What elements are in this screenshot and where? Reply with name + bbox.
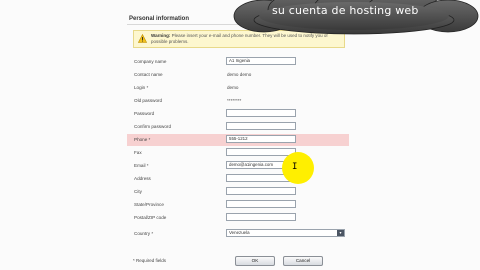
field-label: Login * bbox=[134, 85, 149, 90]
login-value: demo bbox=[227, 85, 239, 90]
state-input[interactable] bbox=[226, 200, 296, 208]
form-row-email: Email * demo@a1ingenia.com bbox=[127, 160, 349, 172]
cancel-button[interactable]: Cancel bbox=[283, 256, 323, 266]
field-label: City bbox=[134, 189, 142, 194]
field-label: Country * bbox=[134, 231, 154, 236]
field-label: Confirm password bbox=[134, 124, 172, 129]
form-row-confirm-password: Confirm password bbox=[127, 121, 349, 133]
postal-code-input[interactable] bbox=[226, 213, 296, 221]
field-label: Address bbox=[134, 176, 151, 181]
cursor-highlight bbox=[282, 152, 314, 184]
password-input[interactable] bbox=[226, 109, 296, 117]
form-row-fax: Fax bbox=[127, 147, 349, 159]
section-title: Personal information bbox=[129, 16, 190, 22]
country-select[interactable]: Venezuela ▾ bbox=[226, 229, 345, 237]
form-row-company: Company name A1 Ingenia bbox=[127, 56, 349, 68]
country-selected-value: Venezuela bbox=[229, 230, 250, 235]
form-row-login: Login * demo bbox=[127, 82, 349, 94]
field-label: Phone * bbox=[134, 137, 151, 142]
form-row-phone: Phone * 555-1212 bbox=[127, 134, 349, 146]
required-note: * Required fields bbox=[133, 258, 167, 263]
warning-icon bbox=[138, 34, 147, 43]
field-label: Company name bbox=[134, 59, 167, 64]
warning-title: Warning: bbox=[151, 33, 171, 38]
confirm-password-input[interactable] bbox=[226, 122, 296, 130]
form-row-city: City bbox=[127, 186, 349, 198]
overlay-caption: su cuenta de hosting web bbox=[272, 4, 419, 17]
field-label: Old password bbox=[134, 98, 163, 103]
field-label: Email * bbox=[134, 163, 149, 168]
company-name-input[interactable]: A1 Ingenia bbox=[226, 57, 296, 65]
field-label: Contact name bbox=[134, 72, 163, 77]
fax-input[interactable] bbox=[226, 148, 296, 156]
chevron-down-icon[interactable]: ▾ bbox=[337, 230, 344, 236]
form-row-contact: Contact name demo demo bbox=[127, 69, 349, 81]
city-input[interactable] bbox=[226, 187, 296, 195]
field-label: State/Province bbox=[134, 202, 164, 207]
form-page: Personal information Warning: Please ins… bbox=[0, 0, 480, 270]
old-password-value: ******** bbox=[227, 98, 242, 103]
field-label: Password bbox=[134, 111, 155, 116]
field-label: Postal/ZIP code bbox=[134, 215, 167, 220]
form-row-postal: Postal/ZIP code bbox=[127, 212, 349, 224]
phone-input[interactable]: 555-1212 bbox=[226, 135, 296, 143]
form-row-password: Password bbox=[127, 108, 349, 120]
form-row-state: State/Province bbox=[127, 199, 349, 211]
text-cursor-icon: I bbox=[292, 162, 298, 172]
form-row-country: Country * Venezuela ▾ bbox=[127, 228, 349, 240]
field-label: Fax bbox=[134, 150, 142, 155]
form-row-old-password: Old password ******** bbox=[127, 95, 349, 107]
ok-button[interactable]: OK bbox=[235, 256, 275, 266]
form-row-address: Address bbox=[127, 173, 349, 185]
contact-name-value: demo demo bbox=[227, 72, 252, 77]
